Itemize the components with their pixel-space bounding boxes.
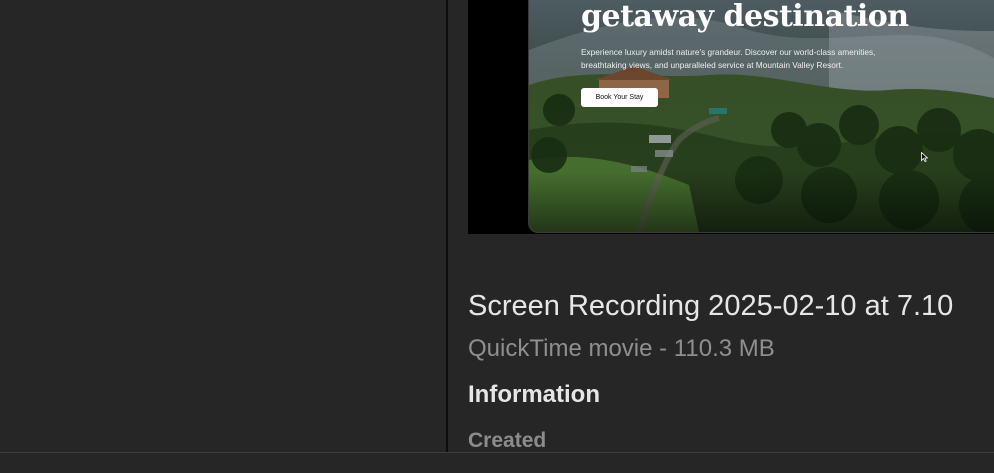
bottom-bar — [0, 452, 994, 473]
file-title: Screen Recording 2025-02-10 at 7.10 — [468, 290, 954, 322]
video-frame: getaway destination Experience luxury am… — [528, 0, 994, 233]
created-label: Created — [468, 429, 547, 452]
hero-heading: getaway destination — [581, 0, 909, 34]
book-your-stay-button: Book Your Stay — [581, 88, 658, 107]
video-preview[interactable]: getaway destination Experience luxury am… — [468, 0, 994, 234]
file-kind-and-size: QuickTime movie - 110.3 MB — [468, 335, 775, 362]
sidebar-pane — [0, 0, 446, 452]
information-heading: Information — [468, 381, 600, 408]
resort-landscape-image — [529, 0, 994, 232]
inspector-pane: getaway destination Experience luxury am… — [448, 0, 994, 452]
hero-description: Experience luxury amidst nature's grande… — [581, 47, 876, 70]
